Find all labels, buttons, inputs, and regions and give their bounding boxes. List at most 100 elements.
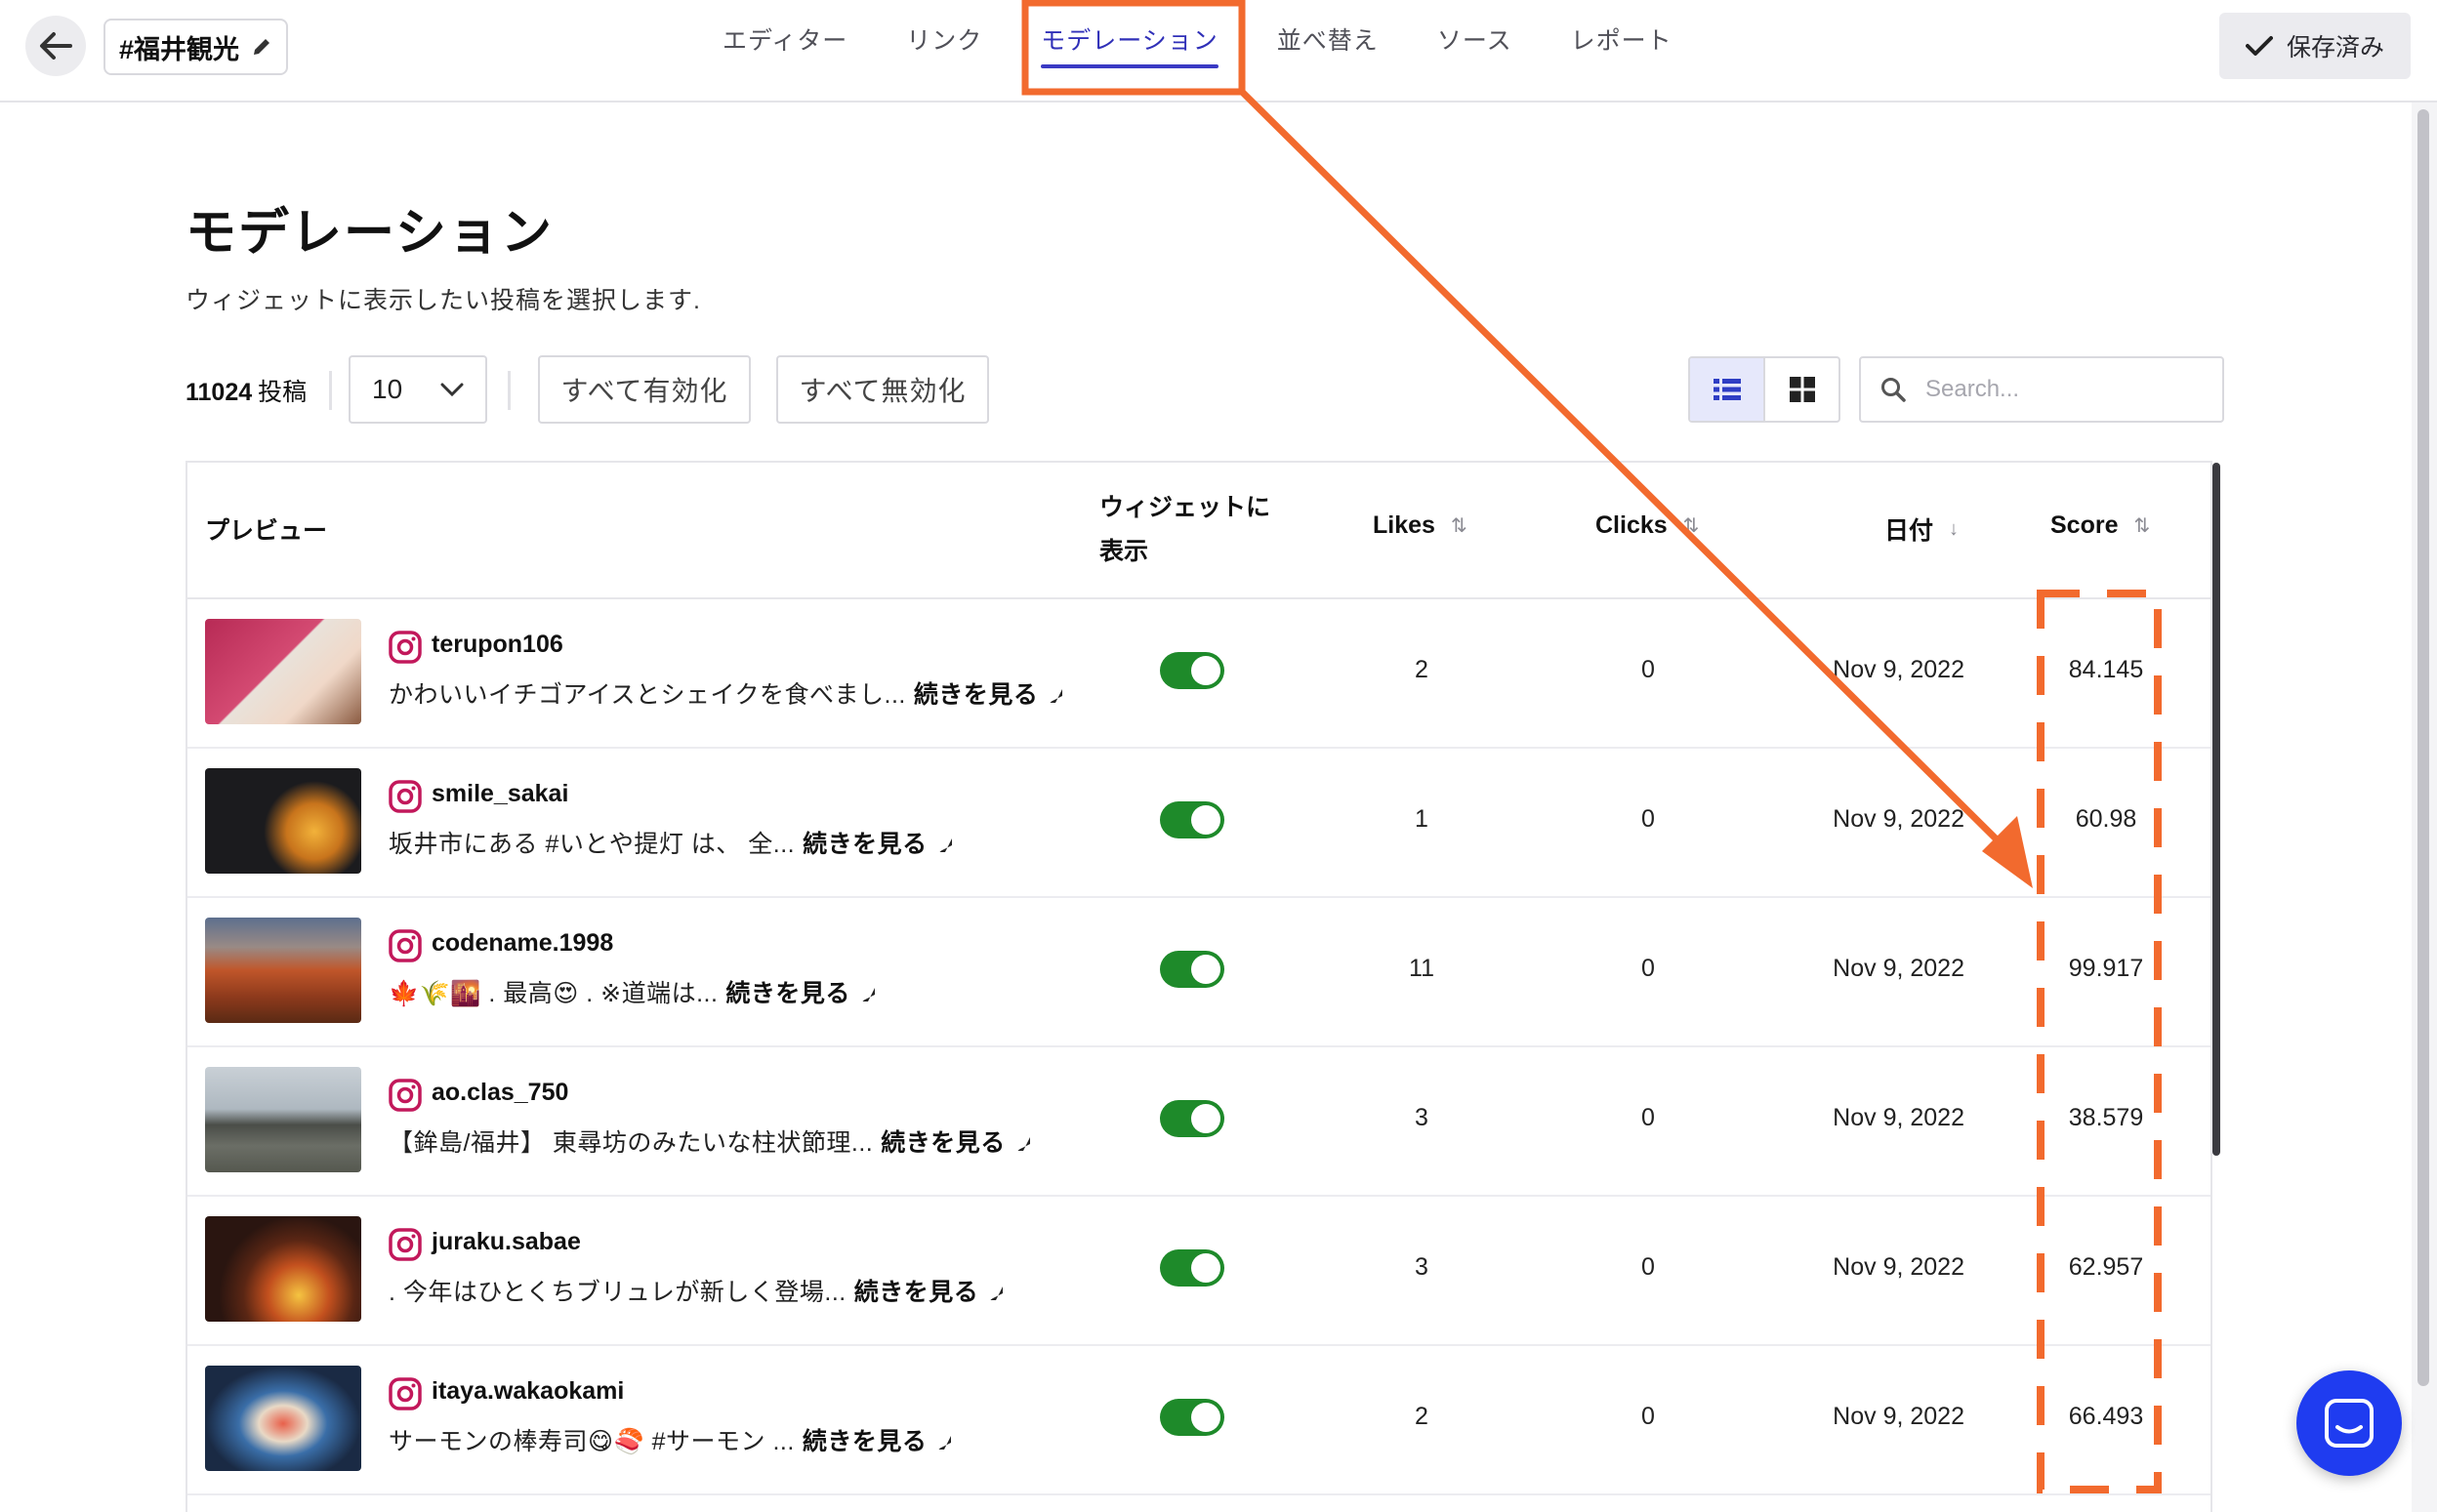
post-username[interactable]: juraku.sabae [432,1228,581,1256]
post-thumbnail[interactable] [205,768,361,874]
list-view-button[interactable] [1690,358,1763,421]
top-bar: #福井観光 エディター リンク モデレーション 並べ替え ソース レポート 保存… [0,0,2437,102]
clicks-value: 0 [1641,805,1655,833]
score-value: 66.493 [2068,1403,2144,1430]
save-button[interactable]: 保存済み [2219,13,2411,79]
score-value: 99.917 [2068,955,2144,982]
page-scrollbar-thumb[interactable] [2417,109,2429,1386]
show-in-widget-toggle[interactable] [1160,801,1224,838]
toggle-knob [1191,805,1220,835]
likes-value: 1 [1415,805,1428,833]
instagram-icon [389,1079,422,1112]
col-score[interactable]: Score ⇅ [2050,511,2150,540]
post-caption: 【鉾島/福井】 東尋坊のみたいな柱状節理... 続きを見る [389,1124,1031,1159]
widget-title: #福井観光 [119,34,240,64]
post-username[interactable]: ao.clas_750 [432,1079,568,1107]
chat-launcher-button[interactable] [2296,1370,2402,1476]
date-value: Nov 9, 2022 [1833,955,1964,982]
external-link-icon [936,838,952,854]
disable-all-button[interactable]: すべて無効化 [776,355,989,424]
date-value: Nov 9, 2022 [1833,1253,1964,1281]
post-count-unit: 投稿 [258,379,308,406]
post-thumbnail[interactable] [205,1067,361,1172]
back-button[interactable] [25,16,86,76]
col-likes[interactable]: Likes ⇅ [1373,511,1467,540]
instagram-icon [389,780,422,813]
read-more-link[interactable]: 続きを見る [854,1279,979,1306]
tab-editor[interactable]: エディター [723,0,847,57]
read-more-link[interactable]: 続きを見る [881,1129,1006,1157]
save-label: 保存済み [2286,34,2384,61]
tab-source[interactable]: ソース [1437,0,1512,57]
sort-icon: ⇅ [1450,515,1467,537]
post-count-value: 11024 [186,379,253,406]
tab-moderation[interactable]: モデレーション [1041,0,1218,68]
post-thumbnail[interactable] [205,619,361,724]
post-username[interactable]: codename.1998 [432,929,613,958]
post-count: 11024 投稿 [186,373,307,408]
likes-value: 2 [1415,1403,1428,1430]
post-thumbnail[interactable] [205,918,361,1023]
tab-link[interactable]: リンク [906,0,982,57]
widget-title-chip[interactable]: #福井観光 [103,19,289,75]
toggle-knob [1191,1104,1220,1133]
show-in-widget-toggle[interactable] [1160,1100,1224,1137]
check-icon [2245,36,2273,56]
date-value: Nov 9, 2022 [1833,805,1964,833]
likes-value: 3 [1415,1104,1428,1131]
external-link-icon [860,988,875,1003]
read-more-link[interactable]: 続きを見る [725,980,850,1007]
col-clicks-label: Clicks [1595,511,1668,539]
read-more-link[interactable]: 続きを見る [914,681,1039,709]
post-caption-text: 坂井市にある #いとや提灯 は、 全... [389,831,796,858]
page-title: モデレーション [186,205,554,262]
post-thumbnail[interactable] [205,1216,361,1322]
likes-value: 3 [1415,1253,1428,1281]
enable-all-button[interactable]: すべて有効化 [538,355,751,424]
table-scrollbar[interactable] [2212,463,2220,1156]
read-more-link[interactable]: 続きを見る [803,831,928,858]
read-more-link[interactable]: 続きを見る [803,1428,928,1455]
col-date[interactable]: 日付 ↓ [1884,511,1959,547]
view-toggle [1688,356,1840,423]
show-in-widget-toggle[interactable] [1160,652,1224,689]
grid-icon [1789,377,1815,402]
tab-report[interactable]: レポート [1571,0,1673,57]
divider [329,371,332,410]
external-link-icon [936,1436,952,1451]
sort-icon: ⇅ [1682,515,1700,537]
page-subtitle: ウィジェットに表示したい投稿を選択します. [186,287,701,314]
date-value: Nov 9, 2022 [1833,1403,1964,1430]
search-box [1859,356,2224,423]
toggle-knob [1191,955,1220,984]
post-username[interactable]: smile_sakai [432,780,568,808]
post-thumbnail[interactable] [205,1366,361,1471]
pencil-icon [254,39,270,55]
instagram-icon [389,929,422,962]
table-row: smile_sakai 坂井市にある #いとや提灯 は、 全... 続きを見る 1… [187,747,2210,898]
show-in-widget-toggle[interactable] [1160,1249,1224,1287]
grid-view-button[interactable] [1763,358,1838,421]
chevron-down-icon [440,383,464,396]
table-row: ao.clas_750 【鉾島/福井】 東尋坊のみたいな柱状節理... 続きを見る… [187,1045,2210,1197]
search-input[interactable] [1923,375,2201,404]
show-in-widget-toggle[interactable] [1160,1399,1224,1436]
tab-sort[interactable]: 並べ替え [1277,0,1379,57]
post-caption-text: かわいいイチゴアイスとシェイクを食べまし... [389,681,906,709]
clicks-value: 0 [1641,1104,1655,1131]
post-username[interactable]: terupon106 [432,631,563,659]
score-value: 62.957 [2068,1253,2144,1281]
col-clicks[interactable]: Clicks ⇅ [1595,511,1699,540]
clicks-value: 0 [1641,1403,1655,1430]
col-show-in-widget: ウィジェットに 表示 [1099,486,1270,574]
external-link-icon [988,1287,1004,1302]
show-in-widget-toggle[interactable] [1160,951,1224,988]
post-username[interactable]: itaya.wakaokami [432,1377,624,1406]
per-page-value: 10 [372,374,403,404]
sort-icon: ⇅ [2133,515,2151,537]
chat-icon [2325,1399,2374,1448]
table-row: codename.1998 🍁🌾🌇 . 最高😍 . ※道端は... 続きを見る 1… [187,896,2210,1047]
date-value: Nov 9, 2022 [1833,656,1964,683]
per-page-select[interactable]: 10 [349,355,487,424]
divider [508,371,511,410]
